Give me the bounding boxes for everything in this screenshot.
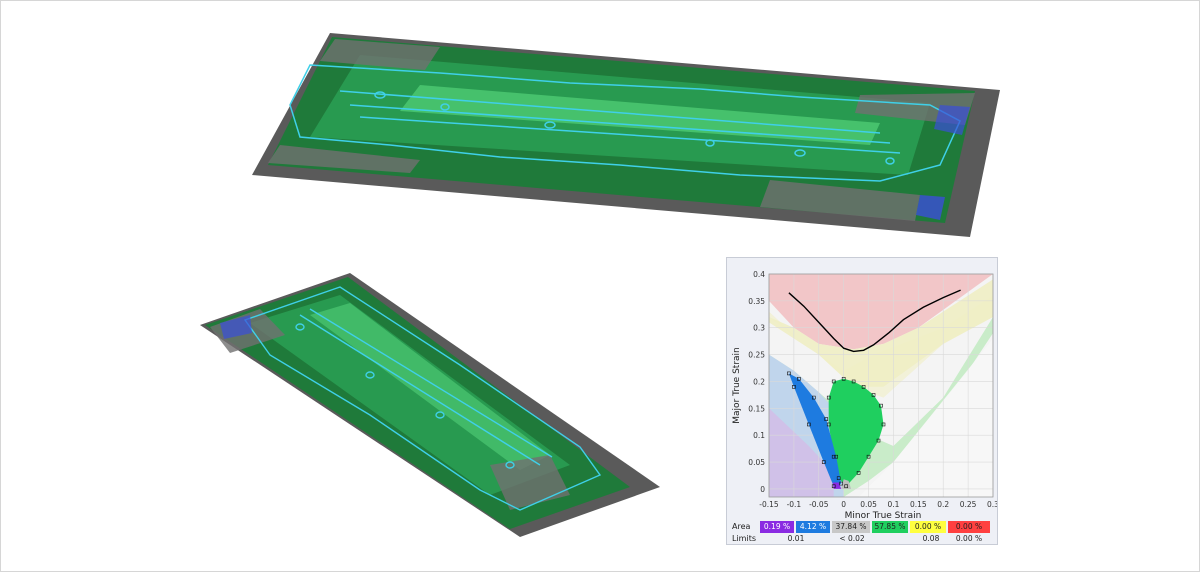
y-tick-label-1: 0.05 (748, 458, 765, 467)
legend-area-cell-3: 37.84 % (832, 521, 870, 533)
y-tick-label-7: 0.35 (748, 297, 765, 306)
legend-limit-1: 0.01 (787, 534, 805, 543)
legend-area-cell-1: 0.19 % (760, 521, 794, 533)
x-tick-label-7: 0.2 (937, 500, 949, 509)
x-tick-label-6: 0.15 (910, 500, 927, 509)
legend-area-cell-2: 4.12 % (796, 521, 830, 533)
y-tick-label-2: 0.1 (753, 431, 765, 440)
x-tick-label-0: -0.15 (759, 500, 779, 509)
x-axis-label: Minor True Strain (845, 511, 922, 521)
x-tick-label-3: 0 (841, 500, 846, 509)
y-tick-label-4: 0.2 (753, 377, 765, 386)
legend-area-cell-4: 57.85 % (872, 521, 908, 533)
legend-limit-3: 0.08 (922, 534, 940, 543)
x-tick-label-5: 0.1 (887, 500, 899, 509)
y-tick-label-0: 0 (760, 485, 765, 494)
fld-plot: -0.15 -0.1 -0.05 0 0.05 0.1 0.15 0.2 0.25 0.3 0 0.0… (732, 270, 997, 521)
legend-limits-label: Limits (732, 534, 756, 543)
legend-area-cell-6: 0.00 % (948, 521, 990, 533)
part-mesh-top (252, 33, 1000, 237)
forming-limit-diagram: -0.15 -0.1 -0.05 0 0.05 0.1 0.15 0.2 0.25 0.3 0 0.0… (726, 257, 998, 545)
x-tick-label-1: -0.1 (787, 500, 802, 509)
y-tick-label-5: 0.25 (748, 351, 765, 360)
legend-area-row: Area 0.19 % 4.12 % 37.84 % 57.85 % 0.00 … (727, 521, 997, 533)
legend-limit-2: < 0.02 (839, 534, 865, 543)
legend-area-cell-5: 0.00 % (910, 521, 946, 533)
y-tick-label-3: 0.15 (748, 404, 765, 413)
y-tick-label-6: 0.3 (753, 324, 765, 333)
part-mesh-perspective (200, 273, 660, 537)
y-tick-label-8: 0.4 (753, 270, 765, 279)
x-tick-label-2: -0.05 (809, 500, 829, 509)
x-tick-label-4: 0.05 (860, 500, 877, 509)
y-axis-label: Major True Strain (732, 347, 742, 424)
x-tick-label-8: 0.25 (960, 500, 977, 509)
legend-area-label: Area (732, 522, 751, 531)
legend-limit-4: 0.00 % (955, 534, 983, 543)
x-tick-label-9: 0.3 (987, 500, 997, 509)
legend-limits-row: Limits 0.01 < 0.02 0.08 0.00 % (727, 533, 997, 545)
